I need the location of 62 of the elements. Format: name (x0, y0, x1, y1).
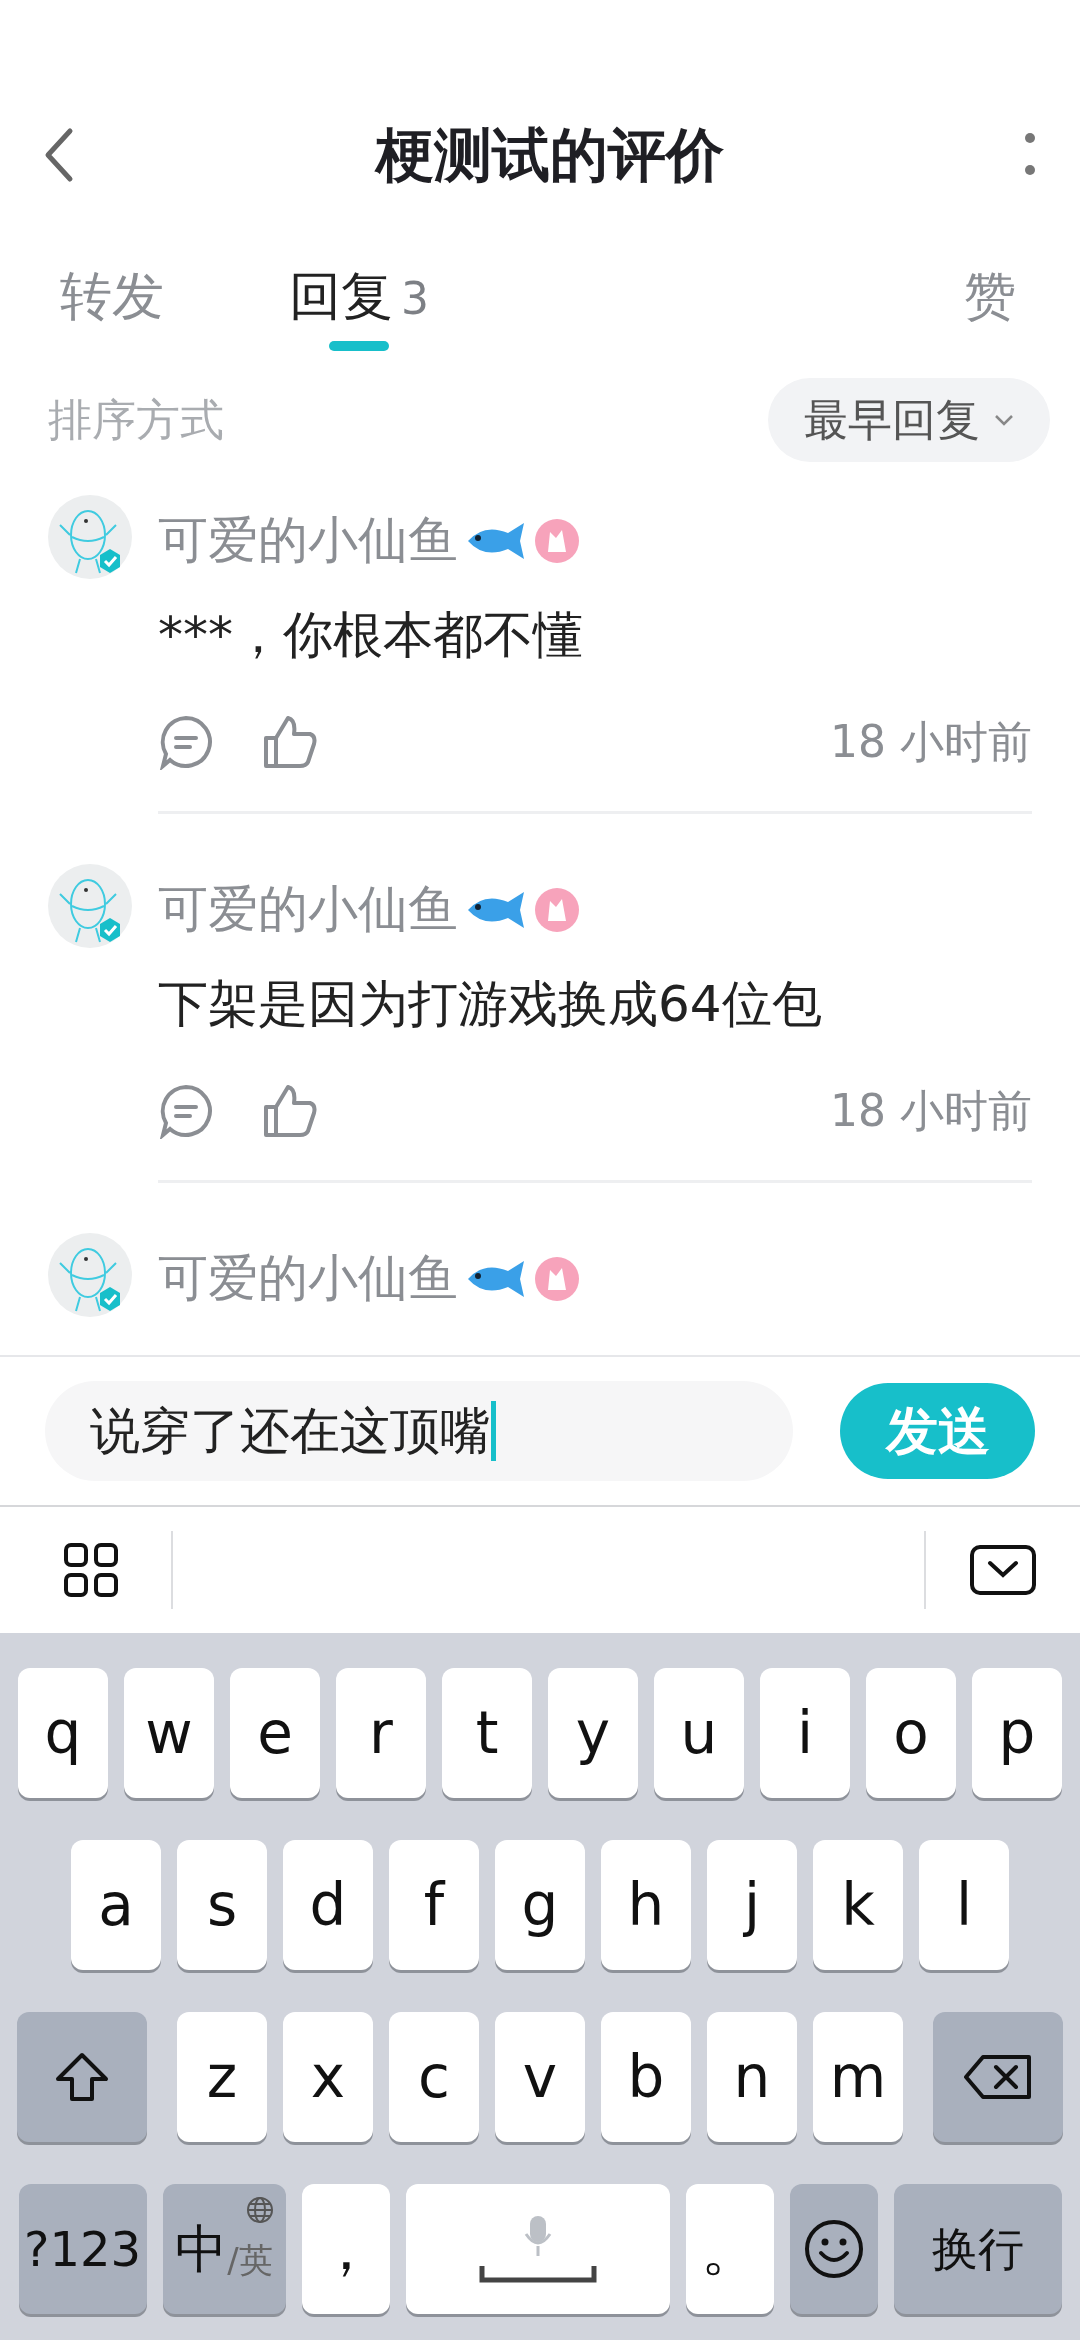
keyboard-key[interactable]: k (813, 1840, 903, 1970)
keyboard-key[interactable]: n (707, 2012, 797, 2142)
keyboard-key[interactable]: i (760, 1668, 850, 1798)
badge-icon (534, 1255, 580, 1302)
keyboard-key[interactable]: a (71, 1840, 161, 1970)
keyboard-key[interactable]: h (601, 1840, 691, 1970)
keyboard-key[interactable]: o (866, 1668, 956, 1798)
keyboard-key[interactable]: b (601, 2012, 691, 2142)
comment-icon[interactable] (158, 714, 214, 770)
keyboard-key[interactable]: u (654, 1668, 744, 1798)
keyboard-key[interactable]: c (389, 2012, 479, 2142)
keyboard-key[interactable]: r (336, 1668, 426, 1798)
keyboard-key[interactable]: w (124, 1668, 214, 1798)
keyboard-key[interactable] (789, 2184, 878, 2314)
badge-icon (534, 517, 580, 564)
chevron-down-icon (994, 414, 1014, 426)
keyboard-key[interactable]: f (389, 1840, 479, 1970)
avatar-icon[interactable] (48, 864, 132, 948)
avatar-icon[interactable] (48, 1233, 132, 1317)
comment-icon[interactable] (158, 1083, 214, 1139)
keyboard-key[interactable]: y (548, 1668, 638, 1798)
keyboard-key[interactable]: e (230, 1668, 320, 1798)
sort-label: 排序方式 (48, 393, 224, 447)
tab[interactable]: 回复 3 (289, 265, 429, 352)
keyboard-key[interactable]: v (495, 2012, 585, 2142)
keyboard-key[interactable] (933, 2012, 1063, 2142)
comment-text: ***，你根本都不懂 (158, 605, 584, 666)
keyboard-key[interactable]: d (283, 1840, 373, 1970)
keyboard-key[interactable]: p (972, 1668, 1062, 1798)
backspace-icon (963, 2054, 1033, 2100)
keyboard-key[interactable]: s (177, 1840, 267, 1970)
keyboard-key[interactable]: g (495, 1840, 585, 1970)
comment-text: 下架是因为打游戏换成64位包 (158, 974, 823, 1035)
sort-dropdown[interactable]: 最早回复 (768, 378, 1050, 462)
comment-time: 18 小时前 (830, 715, 1032, 769)
badge-icon (534, 886, 580, 933)
keyboard-key[interactable]: m (813, 2012, 903, 2142)
keyboard-key[interactable]: z (177, 2012, 267, 2142)
grid-icon[interactable] (63, 1542, 119, 1598)
keyboard-key[interactable]: ?123 (18, 2184, 147, 2314)
microphone-icon (522, 2214, 553, 2258)
keyboard-key[interactable] (17, 2012, 147, 2142)
emoji-icon (803, 2219, 864, 2279)
globe-icon (245, 2196, 274, 2224)
keyboard-key[interactable]: t (442, 1668, 532, 1798)
keyboard-key[interactable]: x (283, 2012, 373, 2142)
keyboard-key[interactable]: 中/英 (162, 2184, 286, 2314)
keyboard-key[interactable]: ， (301, 2184, 390, 2314)
keyboard-key[interactable]: 。 (685, 2184, 774, 2314)
keyboard-key[interactable]: 换行 (893, 2184, 1062, 2314)
keyboard-hide-icon[interactable] (970, 1545, 1036, 1595)
like-icon[interactable] (262, 1083, 318, 1139)
reply-input-field[interactable]: 说穿了还在这顶嘴 (45, 1381, 793, 1481)
avatar-icon[interactable] (48, 495, 132, 579)
keyboard-key[interactable]: q (18, 1668, 108, 1798)
space-key[interactable] (405, 2184, 670, 2314)
keyboard-key[interactable]: l (919, 1840, 1009, 1970)
comment-time: 18 小时前 (830, 1084, 1032, 1138)
space-bar-icon (478, 2264, 597, 2284)
like-icon[interactable] (262, 714, 318, 770)
keyboard-key[interactable]: j (707, 1840, 797, 1970)
page-title: 梗测试的评价 (376, 119, 724, 191)
